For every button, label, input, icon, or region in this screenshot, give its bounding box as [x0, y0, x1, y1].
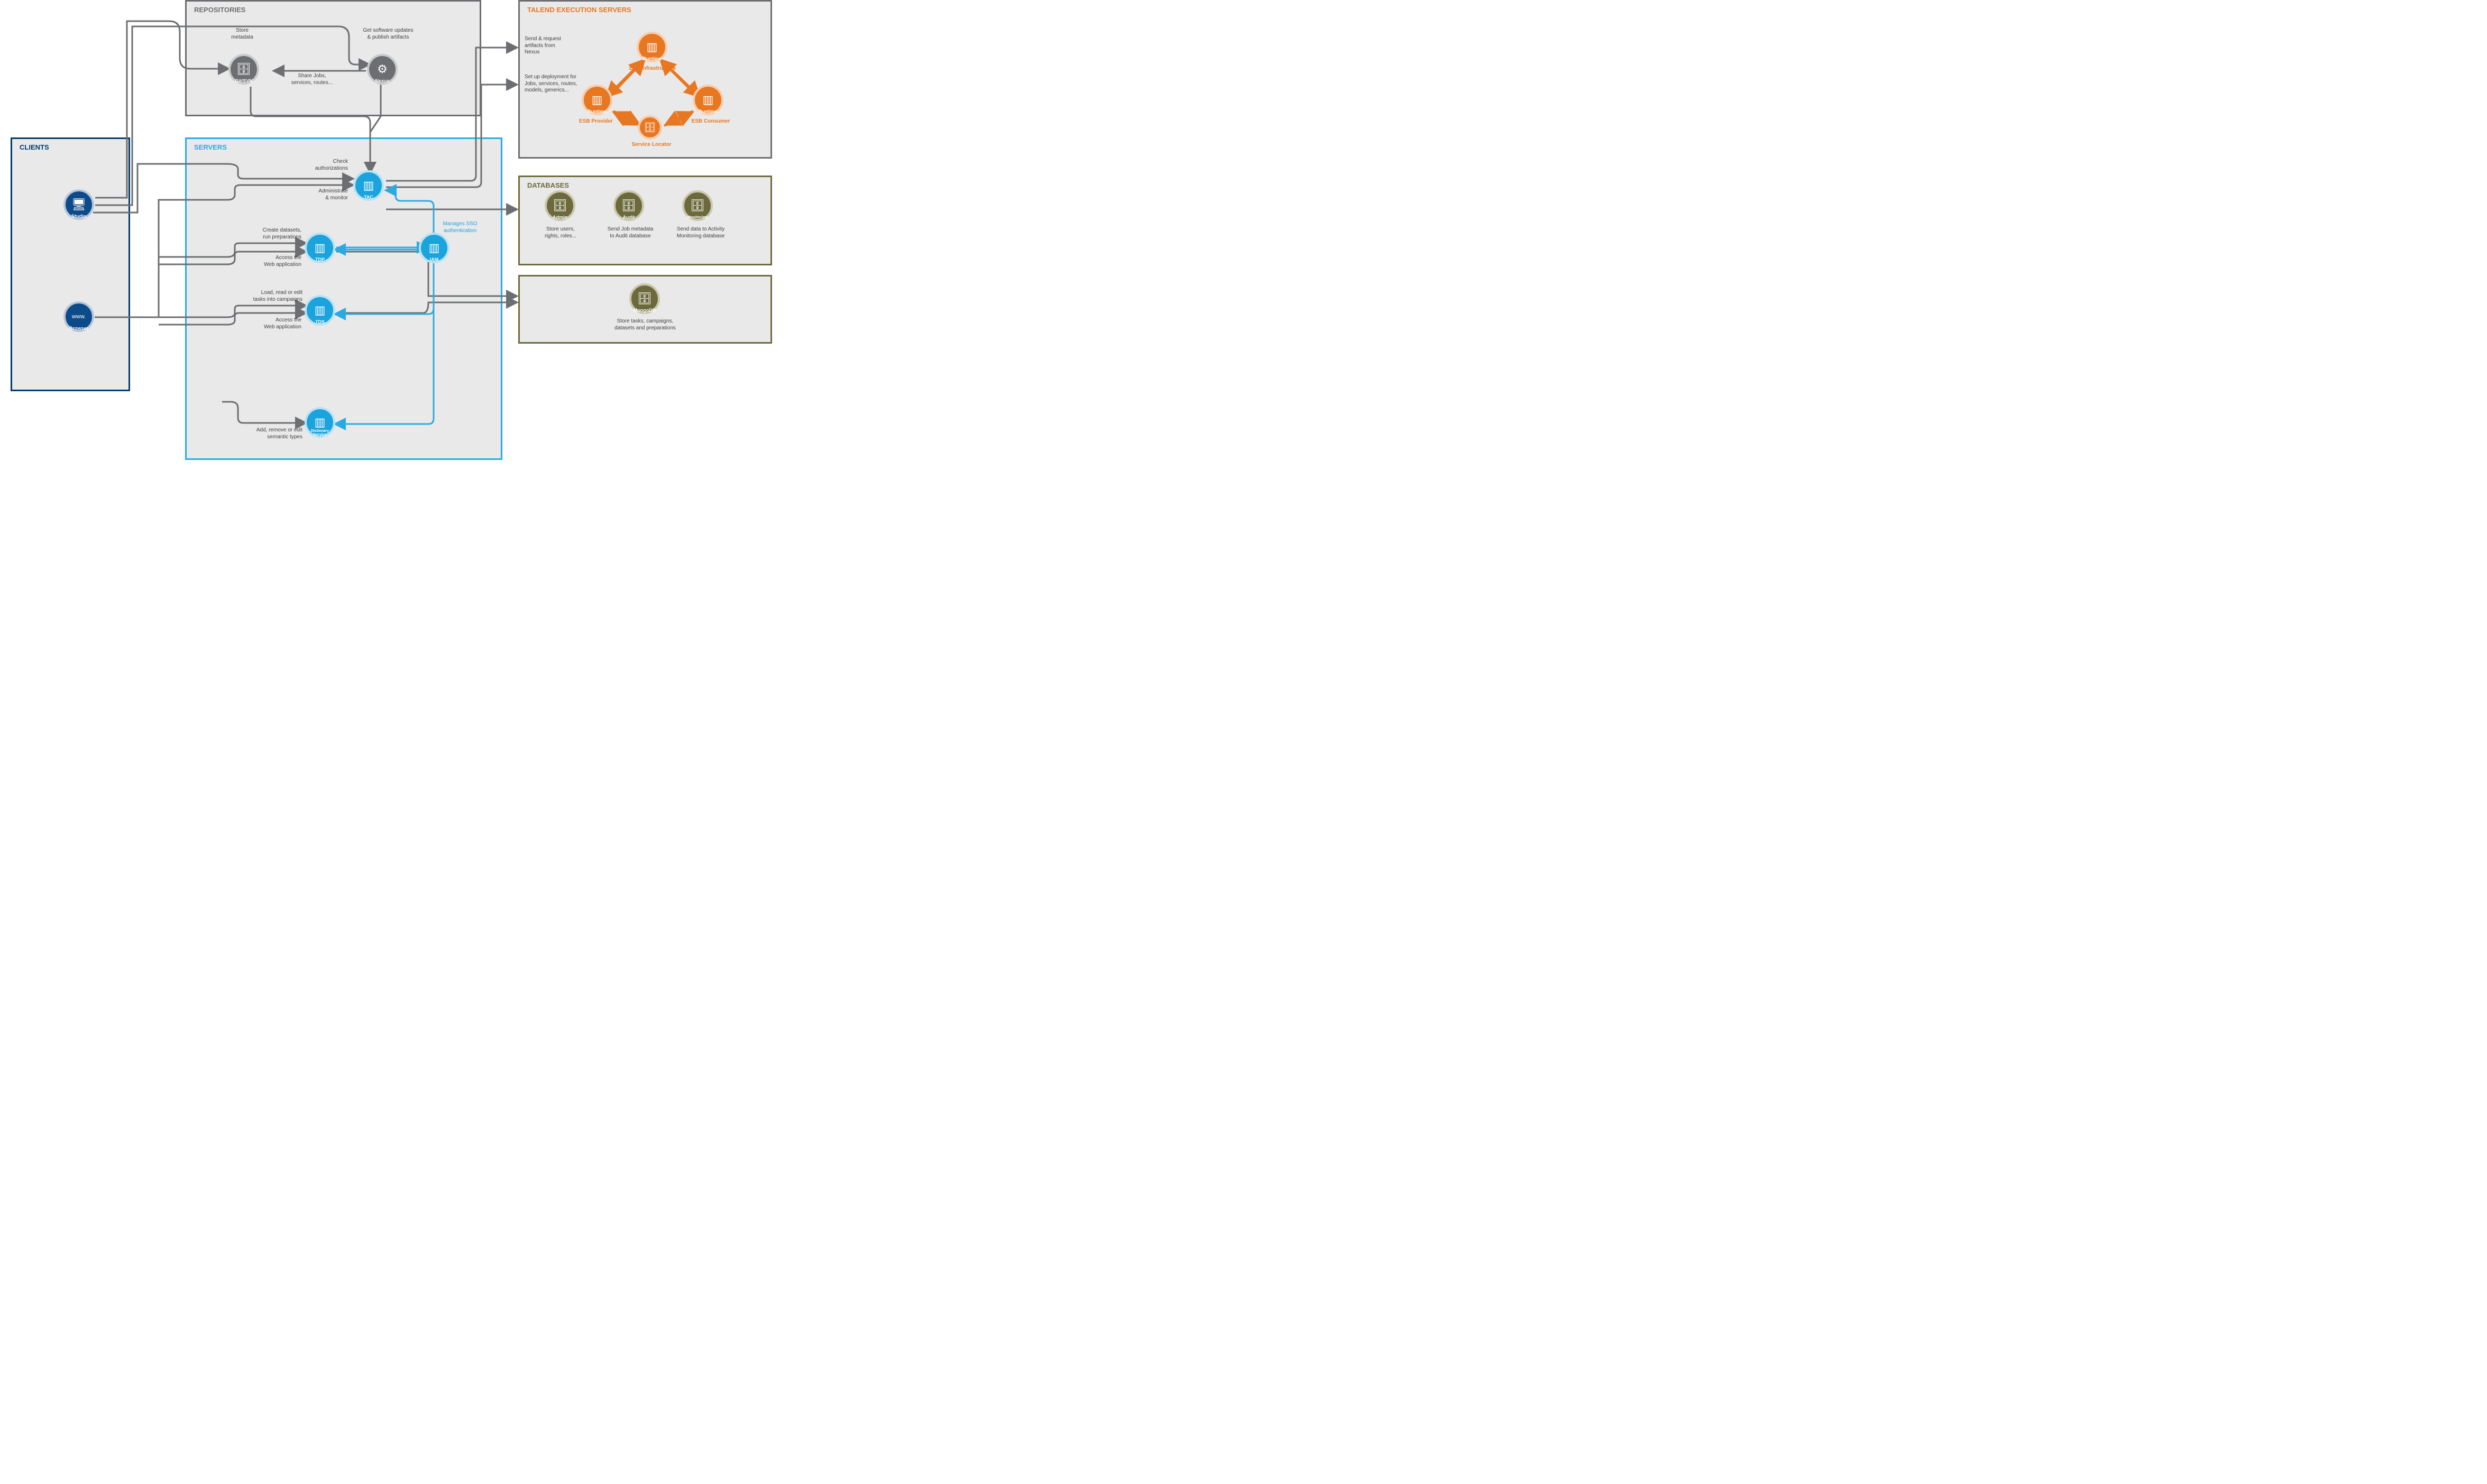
- gitsvn-icon: 🗄 Git/SVN: [228, 54, 259, 85]
- runtime-icon: ▥ Runtime: [693, 85, 723, 115]
- ann-share-jobs: Share Jobs,services, routes...: [280, 73, 344, 86]
- ann-create-datasets: Create datasets,run preparations: [240, 227, 301, 241]
- node-gitsvn: 🗄 Git/SVN: [228, 54, 259, 85]
- dictionary-icon: ▥ Dictionary Service: [305, 407, 335, 438]
- runtime-icon: ▥ Runtime: [637, 32, 667, 62]
- ann-add-semantic: Add, remove or editsemantic types: [235, 427, 302, 440]
- node-service-locator: 🗄: [638, 115, 662, 140]
- tdp-icon: ▥ TDP: [305, 233, 335, 263]
- ann-send-activity: Send data to ActivityMonitoring database: [666, 226, 735, 239]
- node-monitoring-db: 🗄 Monitoring: [682, 190, 713, 221]
- node-audit-db: 🗄 Audit: [613, 190, 644, 221]
- zone-title-execution-servers: TALEND EXECUTION SERVERS: [527, 6, 631, 14]
- ann-load-edit: Load, read or edittasks into campaigns: [235, 290, 302, 303]
- audit-db-icon: 🗄 Audit: [613, 190, 644, 221]
- nexus-icon: ⚙ Nexus: [367, 54, 398, 85]
- node-nexus: ⚙ Nexus: [367, 54, 398, 85]
- node-tds: ▥ TDS: [305, 295, 335, 326]
- ann-service-locator-label: Service Locator: [625, 142, 678, 149]
- node-tdp: ▥ TDP: [305, 233, 335, 263]
- ann-esb-provider: ESB Provider: [572, 118, 620, 125]
- node-studio: 🖥 Studio: [63, 189, 94, 220]
- node-browser: www. Browser: [63, 301, 94, 332]
- tac-icon: ▥ TAC: [353, 170, 384, 201]
- ann-store-tasks: Store tasks, campaigns,datasets and prep…: [603, 318, 687, 331]
- ann-setup-deploy: Set up deployment forJobs, services, rou…: [525, 74, 604, 94]
- ann-access-web-2: Access theWeb application: [240, 317, 301, 330]
- diagram-canvas: REPOSITORIES CLIENTS SERVERS TALEND EXEC…: [0, 0, 783, 465]
- ann-esb-infra: ESB Infrastructure: [621, 66, 684, 72]
- node-iam: ▥ IAM: [419, 233, 449, 263]
- zone-title-clients: CLIENTS: [20, 143, 49, 151]
- node-runtime-top: ▥ Runtime: [637, 32, 667, 62]
- browser-icon: www. Browser: [63, 301, 94, 332]
- monitoring-db-icon: 🗄 Monitoring: [682, 190, 713, 221]
- node-runtime-right: ▥ Runtime: [693, 85, 723, 115]
- ann-esb-consumer: ESB Consumer: [684, 118, 737, 125]
- node-tac: ▥ TAC: [353, 170, 384, 201]
- ann-get-updates: Get software updates& publish artifacts: [351, 27, 425, 41]
- node-dictionary-service: ▥ Dictionary Service: [305, 407, 335, 438]
- zone-title-databases: DATABASES: [527, 181, 569, 189]
- ann-store-users: Store users,rights, roles...: [534, 226, 587, 239]
- zone-clients: CLIENTS: [11, 137, 130, 391]
- ann-check-auth: Checkauthorizations: [290, 159, 348, 172]
- zone-title-repositories: REPOSITORIES: [194, 6, 245, 14]
- ann-manages-sso: Manages SSOauthentication: [434, 221, 487, 234]
- zone-title-servers: SERVERS: [194, 143, 227, 151]
- studio-icon: 🖥 Studio: [63, 189, 94, 220]
- tds-icon: ▥ TDS: [305, 295, 335, 326]
- mongodb-icon: 🗄 MongoDB: [629, 283, 660, 314]
- service-locator-icon: 🗄: [638, 115, 662, 140]
- node-admin-db: 🗄 Admin: [545, 190, 575, 221]
- zone-servers: SERVERS: [185, 137, 502, 460]
- ann-send-artifacts: Send & requestartifacts fromNexus: [525, 36, 588, 56]
- ann-access-web-1: Access theWeb application: [240, 255, 301, 268]
- ann-admin-monitor: Administrate& monitor: [290, 188, 348, 201]
- iam-icon: ▥ IAM: [419, 233, 449, 263]
- ann-send-audit: Send Job metadatato Audit database: [599, 226, 662, 239]
- admin-db-icon: 🗄 Admin: [545, 190, 575, 221]
- node-mongodb: 🗄 MongoDB: [629, 283, 660, 314]
- ann-store-metadata: Storemetadata: [221, 27, 263, 41]
